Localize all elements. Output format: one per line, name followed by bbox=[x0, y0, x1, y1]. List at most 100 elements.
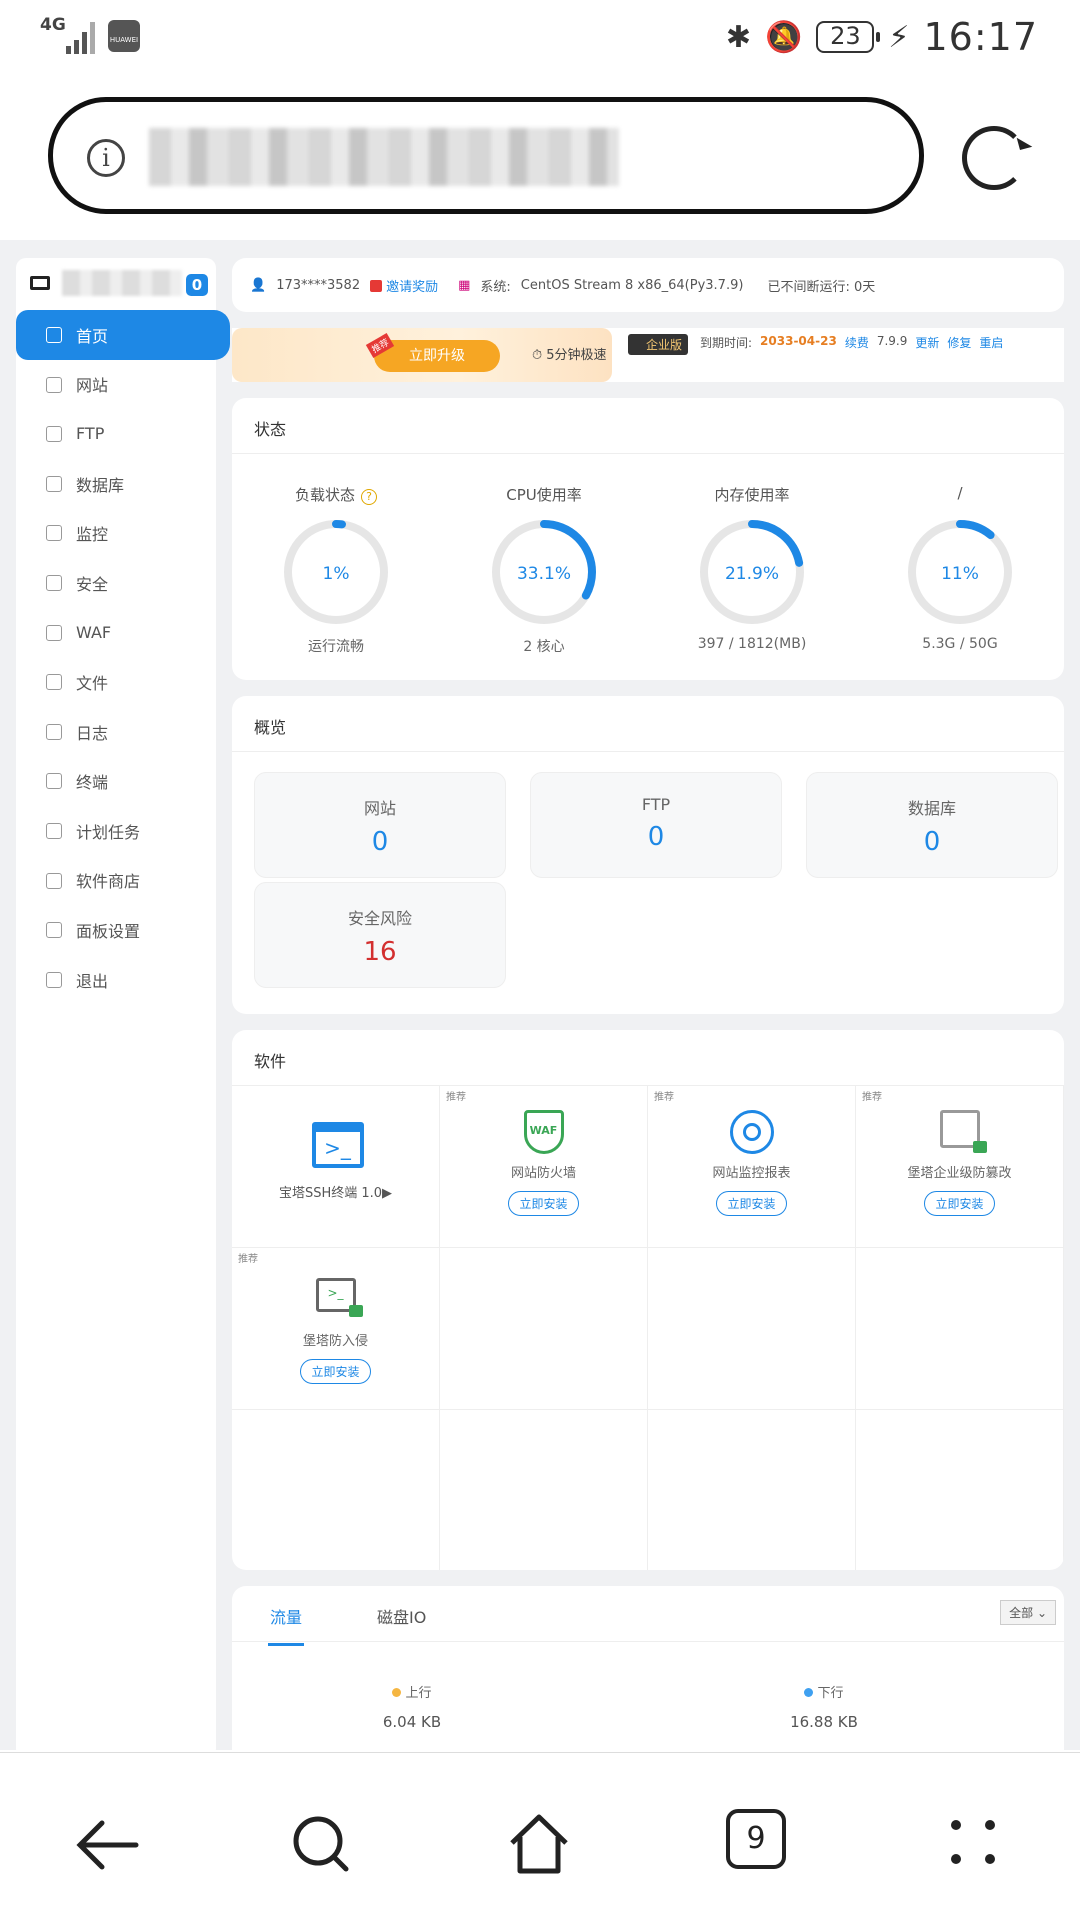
system-label: 系统: bbox=[480, 279, 511, 295]
more-icon[interactable] bbox=[940, 1809, 1010, 1879]
terminal-lock-icon: >_ bbox=[312, 1278, 363, 1322]
gauge-2[interactable]: 内存使用率 21.9% 397 / 1812(MB) bbox=[648, 454, 856, 680]
clock: 16:17 bbox=[923, 15, 1038, 59]
software-cell[interactable]: 推荐堡塔企业级防篡改立即安装 bbox=[856, 1086, 1064, 1248]
reload-icon[interactable] bbox=[962, 126, 1026, 190]
repair-link[interactable]: 修复 bbox=[947, 334, 971, 351]
license-meta: 到期时间: 2033-04-23 续费 7.9.9 更新 修复 重启 bbox=[700, 334, 1003, 351]
log-icon bbox=[46, 723, 62, 740]
sidebar-item-8[interactable]: 日志 bbox=[16, 707, 216, 757]
range-select[interactable]: 全部 ⌄ bbox=[1000, 1600, 1056, 1625]
sidebar-item-0[interactable]: 首页 bbox=[16, 310, 230, 360]
overview-tile-0[interactable]: 网站 0 bbox=[254, 772, 506, 878]
software-cell bbox=[856, 1410, 1064, 1570]
tile-value: 0 bbox=[371, 827, 389, 857]
database-icon bbox=[46, 475, 62, 492]
tile-label: FTP bbox=[641, 795, 671, 814]
sidebar-item-7[interactable]: 文件 bbox=[16, 657, 216, 707]
software-name: 网站监控报表 bbox=[712, 1166, 791, 1181]
tab-traffic[interactable]: 流量 bbox=[267, 1604, 305, 1646]
gauge-sub: 397 / 1812(MB) bbox=[697, 636, 807, 652]
bell-off-icon: 🔕 bbox=[765, 19, 803, 55]
software-title: 软件 bbox=[232, 1030, 1064, 1086]
window-lock-icon bbox=[936, 1110, 987, 1154]
sidebar-item-label: 日志 bbox=[76, 723, 109, 743]
sidebar-item-label: 安全 bbox=[76, 574, 109, 594]
sidebar-item-5[interactable]: 安全 bbox=[16, 558, 216, 608]
tab-count-button[interactable]: 9 bbox=[726, 1809, 786, 1869]
help-icon[interactable]: ? bbox=[361, 489, 377, 505]
sidebar-item-13[interactable]: 退出 bbox=[16, 955, 216, 1005]
sidebar-header: 0 bbox=[16, 258, 216, 310]
renew-link[interactable]: 续费 bbox=[845, 334, 869, 351]
gauge-0[interactable]: 负载状态? 1% 运行流畅 bbox=[232, 454, 440, 680]
sidebar-item-4[interactable]: 监控 bbox=[16, 508, 216, 558]
home-icon[interactable] bbox=[504, 1809, 574, 1879]
tile-label: 安全风险 bbox=[347, 909, 412, 928]
bluetooth-icon: ✱ bbox=[725, 19, 752, 55]
browser-nav-bar: 9 bbox=[0, 1752, 1080, 1920]
upgrade-banner[interactable]: 立即升级 推荐 ⏱ 5分钟极速 bbox=[232, 328, 612, 382]
ftp-icon bbox=[46, 426, 62, 443]
tab-disk-io[interactable]: 磁盘IO bbox=[377, 1604, 426, 1628]
software-cell[interactable]: >_ 宝塔SSH终端 1.0▶ bbox=[232, 1086, 440, 1248]
recommend-tag: 推荐 bbox=[862, 1092, 882, 1103]
software-cell bbox=[440, 1248, 648, 1410]
software-cell bbox=[232, 1410, 440, 1570]
install-button[interactable]: 立即安装 bbox=[508, 1191, 579, 1216]
overview-title: 概览 bbox=[232, 696, 1064, 752]
back-icon[interactable] bbox=[72, 1809, 142, 1879]
user-phone[interactable]: 173****3582 bbox=[276, 278, 360, 293]
software-cell[interactable]: 推荐 WAF 网站防火墙 立即安装 bbox=[440, 1086, 648, 1248]
waf-icon bbox=[46, 624, 62, 641]
software-cell bbox=[648, 1410, 856, 1570]
radar-icon bbox=[728, 1110, 776, 1154]
info-icon[interactable]: i bbox=[87, 139, 125, 177]
restart-link[interactable]: 重启 bbox=[979, 334, 1003, 351]
gauge-3[interactable]: / 11% 5.3G / 50G bbox=[856, 454, 1064, 680]
sidebar-item-3[interactable]: 数据库 bbox=[16, 459, 216, 509]
overview-tile-1[interactable]: FTP 0 bbox=[530, 772, 782, 878]
sidebar: 0 首页 网站 FTP 数据库 监控安全 WAF 文件日志终端 计划任务 软件商店 面板设置 退出 bbox=[16, 258, 230, 1750]
install-button[interactable]: 立即安装 bbox=[300, 1359, 371, 1384]
sidebar-item-12[interactable]: 面板设置 bbox=[16, 905, 216, 955]
promo-bar: 立即升级 推荐 ⏱ 5分钟极速 企业版 到期时间: 2033-04-23 续费 … bbox=[232, 328, 1064, 382]
software-cell[interactable]: 推荐网站监控报表立即安装 bbox=[648, 1086, 856, 1248]
notification-badge[interactable]: 0 bbox=[186, 274, 208, 296]
sidebar-item-6[interactable]: WAF bbox=[16, 608, 216, 658]
gauge-1[interactable]: CPU使用率 33.1% 2 核心 bbox=[440, 454, 648, 680]
tile-value: 0 bbox=[923, 827, 941, 857]
sidebar-item-1[interactable]: 网站 bbox=[16, 360, 216, 410]
invite-link[interactable]: 邀请奖励 bbox=[370, 276, 438, 295]
software-name: 宝塔SSH终端 1.0▶ bbox=[278, 1186, 393, 1201]
expire-date: 2033-04-23 bbox=[760, 334, 837, 348]
address-bar[interactable]: i bbox=[48, 97, 924, 214]
search-icon[interactable] bbox=[288, 1809, 358, 1879]
sidebar-item-9[interactable]: 终端 bbox=[16, 756, 216, 806]
gauge-value: 1% bbox=[322, 564, 350, 584]
software-name: 堡塔企业级防篡改 bbox=[907, 1166, 1012, 1181]
gauge-label: 内存使用率 bbox=[714, 486, 790, 504]
system-value: CentOS Stream 8 x86_64(Py3.7.9) bbox=[520, 277, 744, 293]
info-bar: 👤 173****3582 邀请奖励 ▦ 系统: CentOS Stream 8… bbox=[232, 258, 1064, 312]
globe-icon bbox=[46, 376, 62, 393]
recommend-tag: 推荐 bbox=[654, 1092, 674, 1103]
software-cell bbox=[440, 1410, 648, 1570]
expire-label: 到期时间: bbox=[700, 336, 753, 350]
url-text-redacted[interactable] bbox=[149, 128, 619, 186]
install-button[interactable]: 立即安装 bbox=[924, 1191, 995, 1216]
update-link[interactable]: 更新 bbox=[915, 334, 939, 351]
download-value: 16.88 KB bbox=[790, 1713, 858, 1731]
battery-icon: 23 bbox=[816, 21, 881, 53]
software-cell[interactable]: 推荐 >_ 堡塔防入侵 立即安装 bbox=[232, 1248, 440, 1410]
terminal-icon bbox=[46, 773, 62, 790]
overview-tile-3[interactable]: 安全风险 16 bbox=[254, 882, 506, 988]
install-button[interactable]: 立即安装 bbox=[716, 1191, 787, 1216]
sidebar-item-label: FTP bbox=[76, 424, 105, 444]
sidebar-item-11[interactable]: 软件商店 bbox=[16, 856, 216, 906]
sidebar-item-2[interactable]: FTP bbox=[16, 409, 216, 459]
upload-value: 6.04 KB bbox=[382, 1713, 442, 1731]
system-icon: ▦ bbox=[458, 277, 471, 293]
sidebar-item-10[interactable]: 计划任务 bbox=[16, 806, 216, 856]
overview-tile-2[interactable]: 数据库 0 bbox=[806, 772, 1058, 878]
